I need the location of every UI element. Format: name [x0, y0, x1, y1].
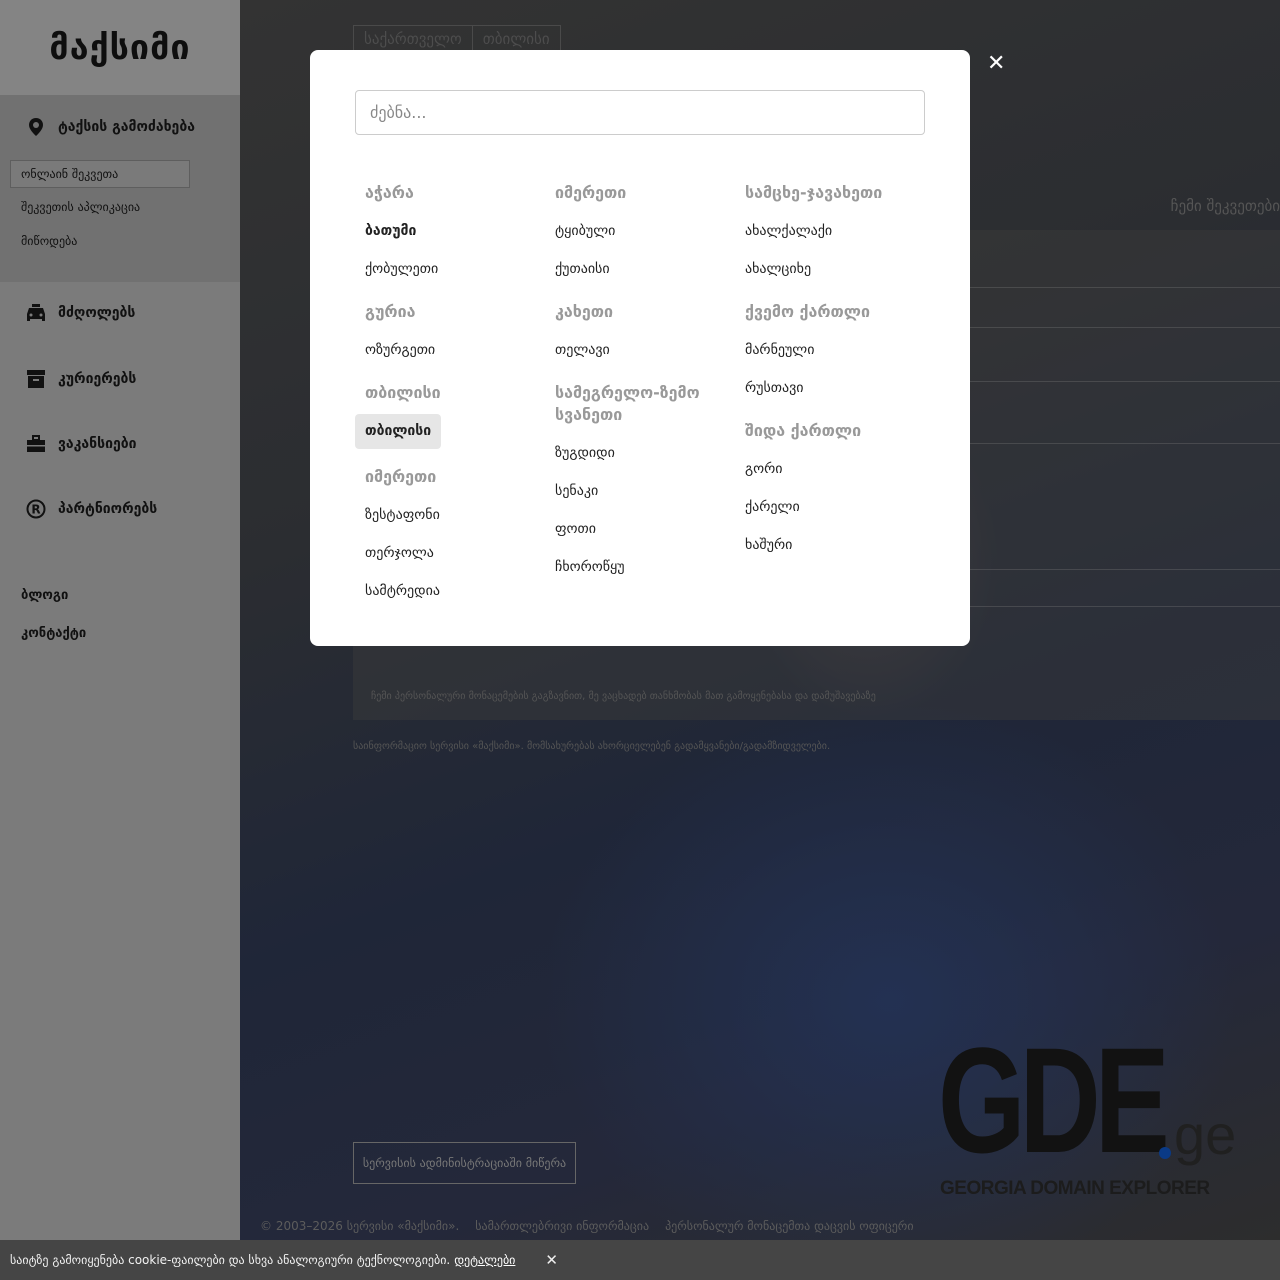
region-heading: სამეგრელო-ზემო სვანეთი: [555, 383, 700, 424]
city-option[interactable]: თბილისი: [355, 414, 442, 449]
nav-couriers[interactable]: კურიერებს: [26, 369, 136, 389]
region-heading: თბილისი: [365, 383, 441, 402]
close-icon[interactable]: ✕: [545, 1251, 558, 1269]
nav-drivers[interactable]: მძღოლებს: [26, 303, 135, 323]
logo[interactable]: მაქსიმი: [49, 28, 190, 68]
nav-couriers-label: კურიერებს: [58, 371, 137, 387]
nav-drivers-label: მძღოლებს: [58, 305, 136, 321]
order-delivery-link[interactable]: მიწოდება: [21, 234, 77, 248]
city-option[interactable]: ტყიბული: [545, 214, 730, 249]
city-option[interactable]: ქარელი: [735, 490, 920, 525]
order-heading-label: ტაქსის გამოძახება: [58, 119, 195, 135]
region-group: აჭარა ბათუმი ქობულეთი: [355, 182, 540, 287]
city-option[interactable]: ზუგდიდი: [545, 436, 730, 471]
region-group: კახეთი თელავი: [545, 301, 730, 368]
region-group: სამცხე-ჯავახეთი ახალქალაქი ახალციხე: [735, 182, 920, 287]
region-heading: გურია: [365, 302, 416, 321]
contact-admin-button[interactable]: სერვისის ადმინისტრაციაში მიწერა: [353, 1142, 576, 1184]
gde-logo-text: GDE: [938, 1016, 1170, 1184]
city-option[interactable]: ქობულეთი: [355, 252, 540, 287]
gde-tld: ge: [1174, 1103, 1237, 1166]
city-option[interactable]: თელავი: [545, 333, 730, 368]
region-group: შიდა ქართლი გორი ქარელი ხაშური: [735, 420, 920, 563]
city-option[interactable]: მარნეული: [735, 333, 920, 368]
consent-text: ჩემი პერსონალური მონაცემების გაგზავნით, …: [371, 691, 876, 702]
sidebar: მაქსიმი ტაქსის გამოძახება ონლაინ შეკვეთა…: [0, 0, 240, 1280]
city-option[interactable]: ხაშური: [735, 528, 920, 563]
footer-legal-link[interactable]: სამართლებრივი ინფორმაცია: [475, 1219, 649, 1233]
logo-area[interactable]: მაქსიმი: [0, 0, 240, 95]
order-online-link[interactable]: ონლაინ შეკვეთა: [10, 160, 190, 188]
region-heading: შიდა ქართლი: [745, 421, 862, 440]
city-search-input[interactable]: [355, 90, 925, 135]
box-icon: [26, 369, 46, 389]
region-heading: კახეთი: [555, 302, 613, 321]
city-column: სამცხე-ჯავახეთი ახალქალაქი ახალციხე ქვემო ქ…: [735, 182, 920, 577]
gde-banner[interactable]: GDE ge GEORGIA DOMAIN EXPLORER: [938, 1016, 1238, 1205]
service-info-text: საინფორმაციო სერვისი «მაქსიმი». მომსახურ…: [353, 741, 831, 752]
order-heading[interactable]: ტაქსის გამოძახება: [26, 117, 195, 137]
city-option[interactable]: რუსთავი: [735, 371, 920, 406]
city-option[interactable]: ახალქალაქი: [735, 214, 920, 249]
nav-vacancies-label: ვაკანსიები: [58, 436, 137, 452]
breadcrumb: საქართველო თბილისი: [353, 25, 561, 53]
order-app-link[interactable]: შეკვეთის აპლიკაცია: [21, 200, 140, 214]
my-orders-link[interactable]: ჩემი შეკვეთები: [1171, 197, 1280, 215]
footer: © 2003–2026 სერვისი «მაქსიმი». სამართლებ…: [260, 1219, 914, 1233]
svg-text:R: R: [31, 503, 40, 517]
city-option[interactable]: თერჯოლა: [355, 536, 540, 571]
city-column: აჭარა ბათუმი ქობულეთი გურია ოზურგეთი თბილისი თ…: [355, 182, 540, 623]
city-option[interactable]: ახალციხე: [735, 252, 920, 287]
nav-partners-label: პარტნიორებს: [58, 501, 158, 517]
region-group: სამეგრელო-ზემო სვანეთი ზუგდიდი სენაკი ფოთი ჩ…: [545, 382, 730, 585]
blog-link[interactable]: ბლოგი: [21, 588, 68, 603]
city-column: იმერეთი ტყიბული ქუთაისი კახეთი თელავი სამეგრე…: [545, 182, 730, 599]
breadcrumb-country[interactable]: საქართველო: [354, 26, 473, 52]
city-option[interactable]: ბათუმი: [355, 214, 540, 249]
registered-icon: R: [26, 499, 46, 519]
car-icon: [26, 303, 46, 323]
region-heading: იმერეთი: [365, 467, 437, 486]
region-group: გურია ოზურგეთი: [355, 301, 540, 368]
cookie-text: საიტზე გამოიყენება cookie-ფაილები და სხვ…: [10, 1253, 451, 1267]
region-group: იმერეთი ზესტაფონი თერჯოლა სამტრედია: [355, 466, 540, 609]
city-select-modal: აჭარაბათუმიქობულეთიგურიაოზურგეთითბილისით…: [310, 50, 970, 646]
nav-partners[interactable]: R პარტნიორებს: [26, 499, 157, 519]
region-heading: ქვემო ქართლი: [745, 302, 870, 321]
region-group: ქვემო ქართლი მარნეული რუსთავი: [735, 301, 920, 406]
region-heading: იმერეთი: [555, 183, 627, 202]
city-option[interactable]: სენაკი: [545, 474, 730, 509]
breadcrumb-city[interactable]: თბილისი: [473, 26, 560, 52]
footer-privacy-link[interactable]: პერსონალურ მონაცემთა დაცვის ოფიცერი: [665, 1219, 913, 1233]
cookie-details-link[interactable]: დეტალები: [454, 1253, 515, 1267]
contacts-link[interactable]: კონტაქტი: [21, 626, 86, 641]
briefcase-icon: [26, 434, 46, 454]
location-pin-icon: [26, 117, 46, 137]
city-option[interactable]: ზესტაფონი: [355, 498, 540, 533]
gde-dot: [1159, 1147, 1171, 1159]
region-group: იმერეთი ტყიბული ქუთაისი: [545, 182, 730, 287]
region-group: თბილისი თბილისი: [355, 382, 540, 452]
gde-subtitle: GEORGIA DOMAIN EXPLORER: [940, 1178, 1210, 1199]
footer-copyright: © 2003–2026 სერვისი «მაქსიმი».: [260, 1219, 460, 1233]
city-option[interactable]: ჩხოროწყუ: [545, 550, 730, 585]
city-option[interactable]: ქუთაისი: [545, 252, 730, 287]
city-option[interactable]: სამტრედია: [355, 574, 540, 609]
nav-vacancies[interactable]: ვაკანსიები: [26, 434, 137, 454]
city-option[interactable]: ოზურგეთი: [355, 333, 540, 368]
close-icon[interactable]: ✕: [987, 51, 1005, 76]
city-option[interactable]: გორი: [735, 452, 920, 487]
city-option[interactable]: ფოთი: [545, 512, 730, 547]
cookie-bar: საიტზე გამოიყენება cookie-ფაილები და სხვ…: [0, 1240, 1280, 1280]
region-heading: სამცხე-ჯავახეთი: [745, 183, 883, 202]
region-heading: აჭარა: [365, 183, 414, 202]
